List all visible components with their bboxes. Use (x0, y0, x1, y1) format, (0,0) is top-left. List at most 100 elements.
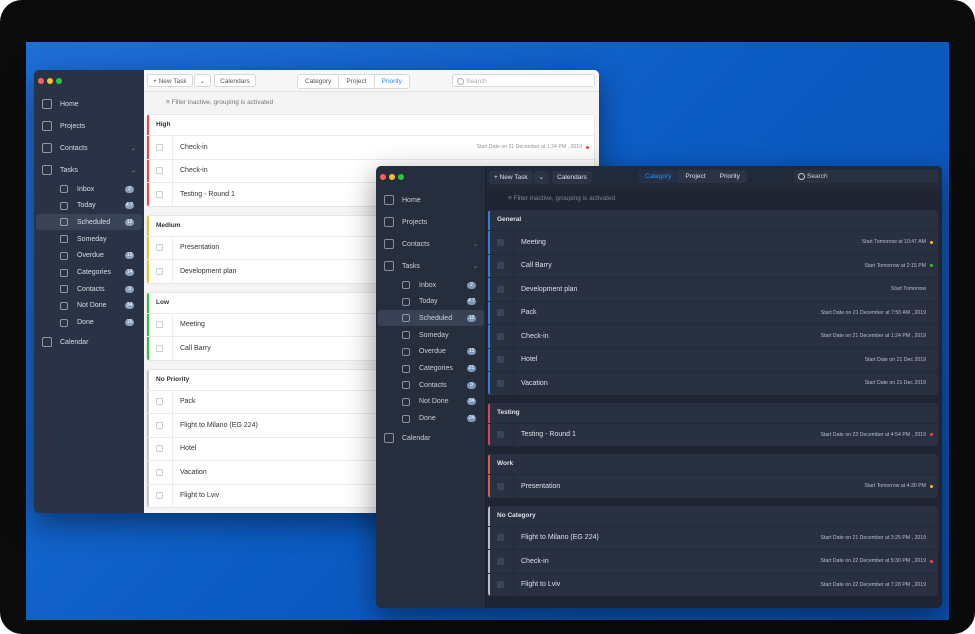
sidebar-item-done[interactable]: Done 24 (378, 411, 484, 427)
sidebar-item-scheduled[interactable]: Scheduled 12 (378, 310, 484, 327)
sidebar-item-not-done[interactable]: Not Done 34 (36, 298, 142, 314)
row-divider (172, 136, 173, 159)
task-row[interactable]: Meeting Start Tomorrow at 10:47 AM (488, 230, 938, 254)
tab-priority[interactable]: Priority (373, 75, 409, 88)
row-divider (172, 414, 173, 437)
sidebar-item-not-done[interactable]: Not Done 34 (378, 394, 484, 410)
task-checkbox[interactable] (497, 379, 504, 387)
sidebar-item-contacts[interactable]: Contacts 3 (36, 281, 142, 297)
task-checkbox[interactable] (156, 190, 163, 198)
task-row[interactable]: Hotel Start Date on 21 Dec 2019 (488, 347, 938, 371)
minimize-button[interactable] (47, 78, 53, 84)
tab-category[interactable]: Category (638, 170, 679, 183)
task-title: Meeting (180, 321, 205, 329)
calendars-button[interactable]: Calendars (552, 170, 592, 184)
sidebar-item-contacts[interactable]: Contacts ⌄ (376, 236, 486, 252)
task-start-date: Start Date on 21 Dec 2019 (864, 356, 926, 363)
task-row[interactable]: Check-in Start Date on 22 December at 5:3… (488, 549, 938, 573)
task-checkbox[interactable] (497, 581, 504, 589)
sidebar-item-categories[interactable]: Categories 14 (36, 265, 142, 281)
sidebar-item-projects[interactable]: Projects (34, 118, 144, 134)
task-checkbox[interactable] (497, 332, 504, 340)
sidebar-item-done[interactable]: Done 15 (36, 315, 142, 331)
task-row[interactable]: Testing - Round 1 Start Date on 23 Decemb… (488, 422, 938, 446)
calendars-button[interactable]: Calendars (214, 74, 256, 87)
task-row[interactable]: Flight to Lviv Start Date on 22 December … (488, 572, 938, 596)
sidebar-item-projects[interactable]: Projects (376, 214, 486, 230)
new-task-dropdown[interactable]: ⌄ (533, 170, 550, 184)
sidebar-item-categories[interactable]: Categories 21 (378, 361, 484, 377)
task-row[interactable]: Pack Start Date on 21 December at 7:50 AM… (488, 300, 938, 324)
sidebar-item-tasks[interactable]: Tasks ⌄ (376, 258, 486, 274)
task-checkbox[interactable] (156, 398, 163, 406)
task-checkbox[interactable] (156, 468, 163, 476)
sidebar-item-label: Projects (60, 122, 86, 130)
task-checkbox[interactable] (156, 344, 163, 352)
sidebar-item-calendar[interactable]: Calendar (376, 430, 486, 446)
contacts-icon (60, 285, 68, 294)
sidebar-item-overdue[interactable]: Overdue 13 (36, 248, 142, 264)
tab-priority[interactable]: Priority (713, 170, 747, 183)
task-checkbox[interactable] (156, 244, 163, 252)
sidebar-item-inbox[interactable]: Inbox 2 (378, 277, 484, 293)
new-task-button[interactable]: + New Task (147, 74, 193, 87)
search-input[interactable]: Search (794, 170, 938, 183)
task-checkbox[interactable] (497, 285, 504, 293)
task-checkbox[interactable] (497, 356, 504, 364)
chevron-down-icon[interactable]: ⌄ (473, 241, 478, 248)
task-checkbox[interactable] (156, 445, 163, 453)
task-checkbox[interactable] (156, 421, 163, 429)
task-row[interactable]: Vacation Start Date on 21 Dec 2019 (488, 371, 938, 395)
task-checkbox[interactable] (497, 482, 504, 490)
row-divider (172, 183, 173, 206)
sidebar-item-contacts[interactable]: Contacts 3 (378, 377, 484, 393)
task-checkbox[interactable] (156, 143, 163, 151)
sidebar-item-home[interactable]: Home (34, 96, 144, 112)
task-start-date: Start Date on 22 December at 5:30 PM , 2… (820, 558, 926, 565)
minimize-button[interactable] (389, 174, 395, 180)
count-badge: 4 7 (467, 298, 476, 306)
tab-project[interactable]: Project (338, 75, 373, 88)
task-row[interactable]: Presentation Start Tomorrow at 4:30 PM (488, 474, 938, 498)
priority-dot (586, 145, 589, 149)
sidebar-item-someday[interactable]: Someday (378, 327, 484, 343)
task-row[interactable]: Flight to Milano (EG 224) Start Date on 2… (488, 525, 938, 549)
task-checkbox[interactable] (497, 309, 504, 317)
sidebar-item-calendar[interactable]: Calendar (34, 334, 144, 350)
sidebar-item-today[interactable]: Today 4 7 (36, 198, 142, 214)
task-checkbox[interactable] (156, 167, 163, 175)
task-row[interactable]: Development plan Start Tomorrow (488, 277, 938, 301)
task-checkbox[interactable] (497, 534, 504, 542)
chevron-down-icon[interactable]: ⌄ (131, 145, 136, 152)
sidebar-item-overdue[interactable]: Overdue 13 (378, 344, 484, 360)
chevron-down-icon[interactable]: ⌄ (131, 167, 136, 174)
count-badge: 34 (125, 302, 134, 310)
chevron-down-icon[interactable]: ⌄ (473, 263, 478, 270)
search-input[interactable]: Search (452, 74, 595, 87)
task-checkbox[interactable] (497, 431, 504, 439)
close-button[interactable] (380, 174, 386, 180)
sidebar-item-contacts[interactable]: Contacts ⌄ (34, 140, 144, 156)
sidebar-item-scheduled[interactable]: Scheduled 12 (36, 214, 142, 231)
tab-project[interactable]: Project (678, 170, 712, 183)
sidebar-item-today[interactable]: Today 4 7 (378, 294, 484, 310)
new-task-button[interactable]: + New Task (489, 170, 533, 184)
sidebar-item-someday[interactable]: Someday (36, 231, 142, 247)
tab-category[interactable]: Category (298, 75, 338, 88)
task-checkbox[interactable] (156, 267, 163, 275)
task-row[interactable]: Check-in Start Date on 21 December at 1:2… (147, 135, 594, 159)
sidebar-item-inbox[interactable]: Inbox 2 (36, 181, 142, 197)
zoom-button[interactable] (56, 78, 62, 84)
sidebar-item-home[interactable]: Home (376, 192, 486, 208)
task-checkbox[interactable] (497, 238, 504, 246)
task-checkbox[interactable] (156, 492, 163, 500)
task-checkbox[interactable] (497, 262, 504, 270)
task-row[interactable]: Check-in Start Date on 21 December at 1:2… (488, 324, 938, 348)
new-task-dropdown[interactable]: ⌄ (193, 74, 212, 87)
close-button[interactable] (38, 78, 44, 84)
sidebar-item-tasks[interactable]: Tasks ⌄ (34, 162, 144, 178)
task-row[interactable]: Call Barry Start Tomorrow at 2:15 PM (488, 253, 938, 277)
task-checkbox[interactable] (497, 557, 504, 565)
zoom-button[interactable] (398, 174, 404, 180)
task-checkbox[interactable] (156, 321, 163, 329)
